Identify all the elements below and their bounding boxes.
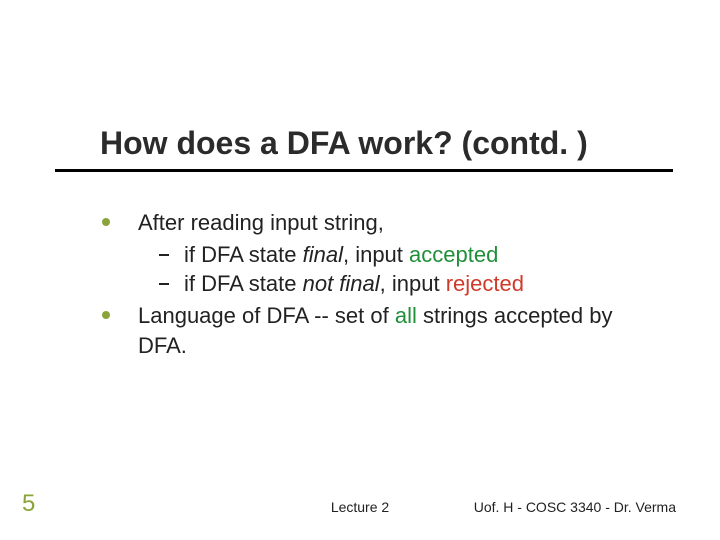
sub-text-keyword: accepted [409, 242, 498, 267]
sub-bullet-item: if DFA state not final, input rejected [102, 269, 662, 299]
sub-text-em: not final [303, 271, 380, 296]
slide-footer: 5 Lecture 2 Uof. H - COSC 3340 - Dr. Ver… [0, 494, 720, 518]
bullet-item: Language of DFA -- set of all strings ac… [102, 301, 662, 360]
sub-text-keyword: rejected [446, 271, 524, 296]
sub-text-em: final [303, 242, 343, 267]
bullet-icon [102, 218, 110, 226]
footer-right: Uof. H - COSC 3340 - Dr. Verma [474, 499, 676, 515]
sub-bullet-item: if DFA state final, input accepted [102, 240, 662, 270]
sub-text-mid: , input [343, 242, 409, 267]
sub-text-mid: , input [380, 271, 446, 296]
slide: How does a DFA work? (contd. ) After rea… [0, 0, 720, 540]
sub-text-pre: if DFA state [184, 271, 303, 296]
bullet-icon [102, 311, 110, 319]
bullet-seg: Language of DFA -- set of [138, 303, 395, 328]
title-underline [55, 169, 673, 172]
dash-icon [159, 283, 169, 285]
dash-icon [159, 254, 169, 256]
bullet-seg-colored: all [395, 303, 417, 328]
slide-title: How does a DFA work? (contd. ) [100, 125, 588, 162]
sub-text-pre: if DFA state [184, 242, 303, 267]
bullet-item: After reading input string, [102, 208, 662, 238]
slide-body: After reading input string, if DFA state… [102, 208, 662, 362]
bullet-text: After reading input string, [138, 210, 384, 235]
